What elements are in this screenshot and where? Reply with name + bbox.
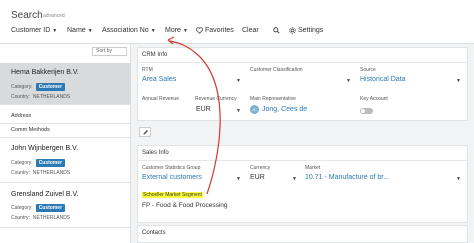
source-label: Source [360, 67, 376, 73]
sort-by-dropdown[interactable] [92, 47, 127, 56]
comm-methods-link[interactable]: Comm Methods [11, 127, 50, 133]
search-header: Search advanced Customer ID ▼ Name ▼ Ass… [0, 0, 474, 44]
country-value: NETHERLANDS [32, 94, 71, 100]
pencil-icon [142, 129, 148, 135]
list-item-category: Category: Customer [11, 83, 66, 91]
currency-field[interactable]: EUR [250, 174, 265, 181]
annual-revenue-label: Annual Revenue [142, 96, 179, 102]
filter-name-label: Name [67, 27, 86, 34]
list-item-country: Country: NETHERLANDS [11, 170, 70, 176]
country-value: NETHERLANDS [32, 215, 71, 221]
filter-customer-id-label: Customer ID [11, 27, 51, 34]
clear-button[interactable]: Clear [242, 27, 259, 34]
customer-statistics-group-field[interactable]: External customers [142, 174, 202, 181]
list-item-name: John Wijnbergen B.V. [11, 145, 79, 152]
filter-more-label: More [165, 27, 181, 34]
settings-label: Settings [298, 27, 324, 34]
filter-bar: Customer ID ▼ Name ▼ Association No ▼ Mo… [0, 27, 474, 41]
category-label: Category: [11, 205, 33, 211]
rtm-label: RTM [142, 67, 153, 73]
divider [138, 62, 467, 63]
market-segment-field[interactable]: FP - Food & Food Processing [142, 202, 228, 209]
divider [138, 160, 467, 161]
chevron-down-icon[interactable]: ▼ [236, 108, 241, 114]
list-item-category: Category: Customer [11, 159, 66, 167]
list-item-category: Category: Customer [11, 204, 66, 212]
revenue-currency-field[interactable]: EUR [196, 106, 211, 113]
sales-info-title: Sales Info [142, 150, 169, 156]
chevron-down-icon[interactable]: ▼ [292, 176, 297, 182]
filter-name[interactable]: Name ▼ [67, 27, 93, 34]
customer-classification-label: Customer Classification [250, 67, 303, 73]
clear-label: Clear [242, 27, 259, 34]
list-item-country: Country: NETHERLANDS [11, 215, 70, 221]
chevron-down-icon: ▼ [52, 27, 58, 34]
gear-icon [289, 27, 296, 34]
crm-info-panel: CRM Info RTM Area Sales ▼ Customer Class… [137, 47, 468, 121]
customer-list: Sort by Hema Bakkerijen B.V. Category: C… [0, 44, 131, 243]
edit-button[interactable] [139, 127, 151, 137]
list-item-name: Hema Bakkerijen B.V. [11, 69, 79, 76]
market-label: Market [305, 165, 321, 171]
chevron-down-icon: ▼ [150, 27, 156, 34]
detail-pane: CRM Info RTM Area Sales ▼ Customer Class… [131, 44, 474, 243]
category-label: Category: [11, 160, 33, 166]
category-badge: Customer [35, 204, 66, 212]
divider [0, 137, 131, 138]
chevron-down-icon[interactable]: ▼ [346, 78, 351, 84]
main-representative-field[interactable]: Jong, Cees de [262, 106, 307, 113]
chevron-down-icon[interactable]: ▼ [236, 78, 241, 84]
market-field[interactable]: 10.71 - Manufacture of br... [305, 174, 389, 181]
heart-icon [196, 27, 203, 34]
filter-more[interactable]: More ▼ [165, 27, 188, 34]
filter-association-no[interactable]: Association No ▼ [102, 27, 156, 34]
main-representative-label: Main Representative [250, 96, 296, 102]
revenue-currency-label: Revenue Currency [195, 96, 237, 102]
favorites-button[interactable]: Favorites [196, 27, 234, 34]
settings-button[interactable]: Settings [289, 27, 323, 34]
market-segment-label: Schoeller Market Segment [142, 192, 203, 198]
chevron-down-icon[interactable]: ▼ [456, 78, 461, 84]
list-item[interactable]: Grensland Zuivel B.V. Category: Customer… [0, 183, 131, 228]
country-label: Country: [11, 94, 30, 100]
chevron-down-icon: ▼ [182, 27, 188, 34]
search-button[interactable] [273, 27, 280, 34]
country-label: Country: [11, 170, 30, 176]
sales-info-panel: Sales Info Customer Statistics Group Ext… [137, 145, 468, 223]
category-label: Category: [11, 84, 33, 90]
chevron-down-icon[interactable]: ▼ [456, 176, 461, 182]
favorites-label: Favorites [205, 27, 234, 34]
category-badge: Customer [35, 83, 66, 91]
key-account-label: Key Account [360, 96, 388, 102]
divider [0, 123, 131, 124]
rtm-field[interactable]: Area Sales [142, 76, 176, 83]
contacts-panel: Contacts [137, 225, 468, 243]
filter-association-no-label: Association No [102, 27, 149, 34]
crm-info-title: CRM Info [142, 52, 168, 58]
contacts-title: Contacts [142, 230, 166, 236]
chevron-down-icon: ▼ [87, 27, 93, 34]
source-field[interactable]: Historical Data [360, 76, 406, 83]
list-item-country: Country: NETHERLANDS [11, 94, 70, 100]
list-item[interactable]: John Wijnbergen B.V. Category: Customer … [0, 140, 131, 183]
advanced-search-link[interactable]: advanced [43, 13, 65, 19]
country-label: Country: [11, 215, 30, 221]
address-link[interactable]: Address [11, 113, 31, 119]
filter-customer-id[interactable]: Customer ID ▼ [11, 27, 57, 34]
country-value: NETHERLANDS [32, 170, 71, 176]
key-account-toggle[interactable] [360, 108, 373, 114]
list-item[interactable]: Hema Bakkerijen B.V. Category: Customer … [0, 63, 131, 105]
search-label: Search [11, 10, 43, 21]
currency-label: Currency [250, 165, 271, 171]
avatar: JC [250, 105, 259, 114]
list-item-name: Grensland Zuivel B.V. [11, 191, 79, 198]
category-badge: Customer [35, 159, 66, 167]
chevron-down-icon[interactable]: ▼ [236, 176, 241, 182]
search-icon [273, 27, 280, 34]
customer-statistics-group-label: Customer Statistics Group [142, 165, 201, 171]
